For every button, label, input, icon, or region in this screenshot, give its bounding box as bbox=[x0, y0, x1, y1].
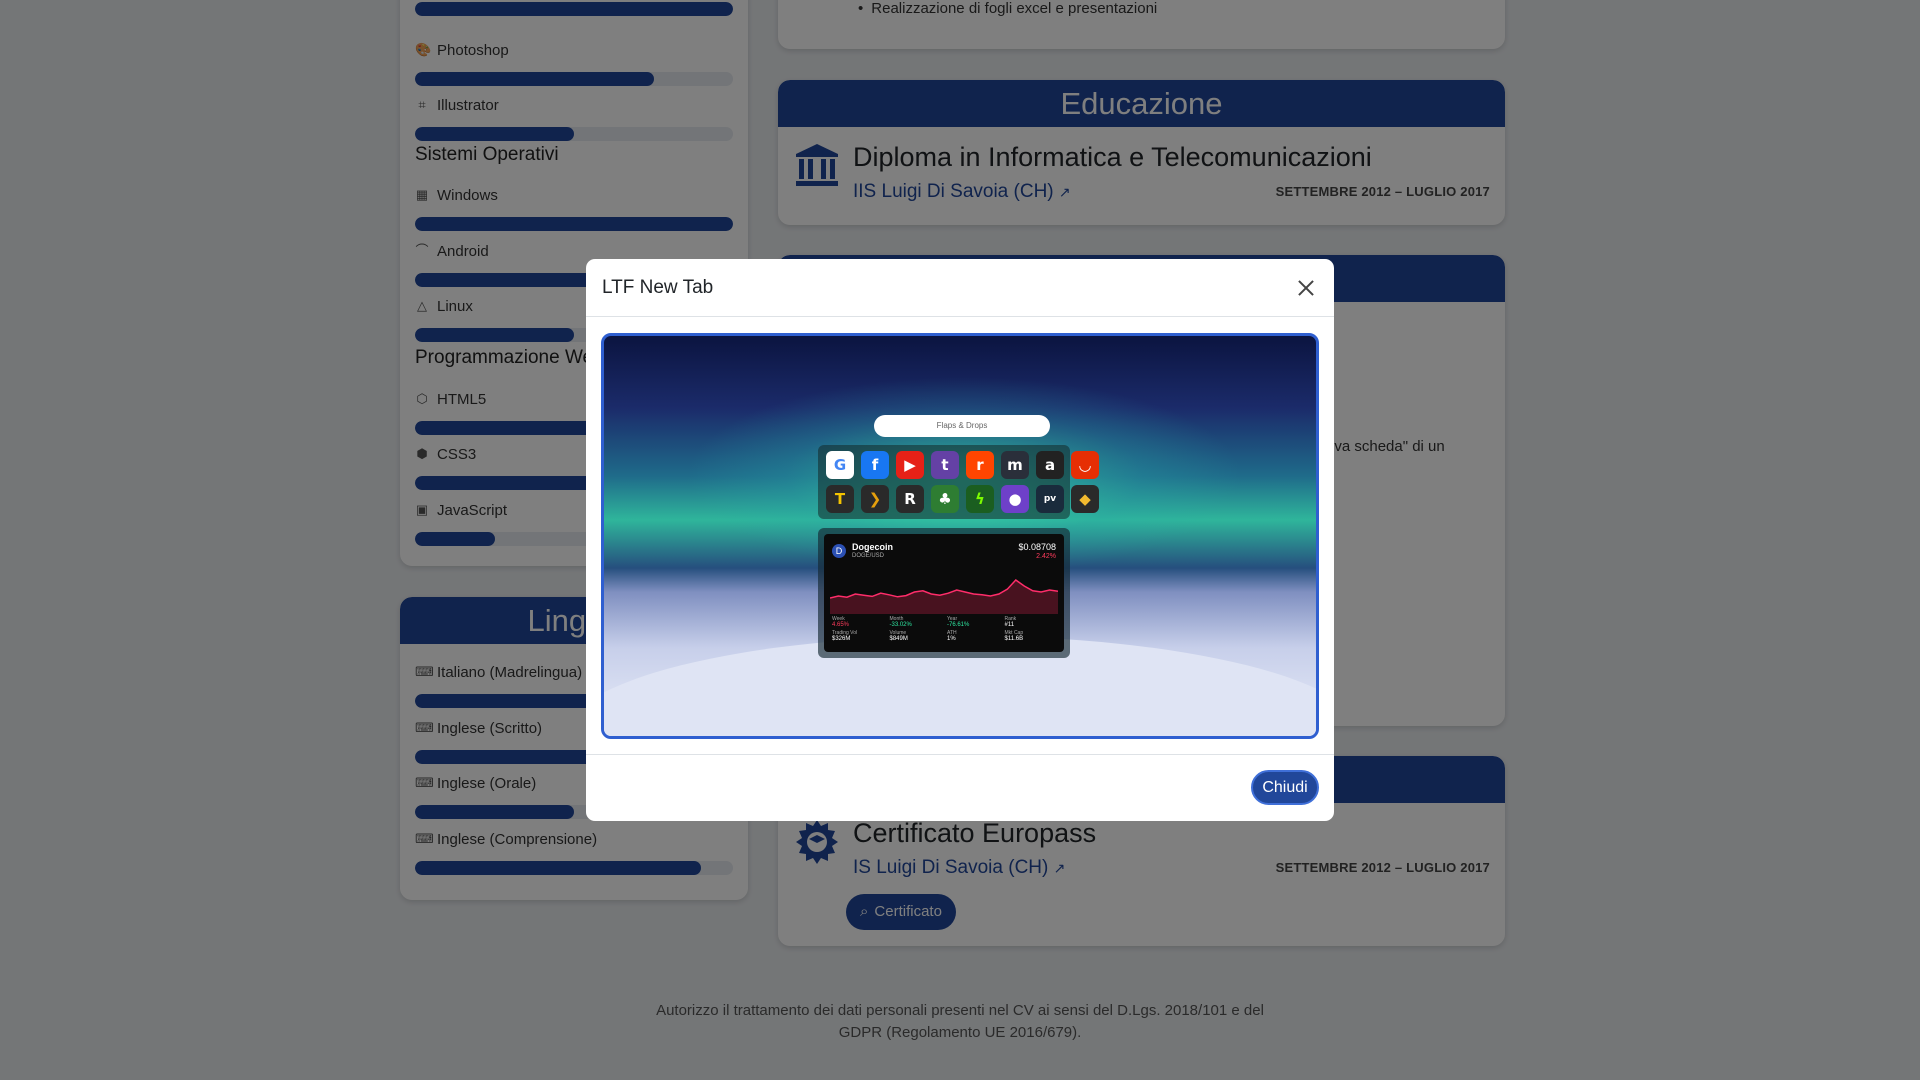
price-sparkline bbox=[830, 579, 1058, 614]
dogecoin-icon: D bbox=[832, 544, 846, 558]
reddit-icon: r bbox=[966, 451, 994, 479]
plex-icon: ❯ bbox=[861, 485, 889, 513]
prime-video-icon: pv bbox=[1036, 485, 1064, 513]
facebook-icon: f bbox=[861, 451, 889, 479]
google-icon: G bbox=[826, 451, 854, 479]
coin-stat-value: 4.65% bbox=[832, 622, 850, 628]
preview-search-bar: Flaps & Drops bbox=[874, 415, 1050, 437]
twitch-icon: t bbox=[931, 451, 959, 479]
preview-shortcuts-panel: Gf ▶ t r m a ◡ T ❯ R ♣ ϟ ● pv ◆ bbox=[818, 445, 1099, 519]
mastodon-icon: m bbox=[1001, 451, 1029, 479]
modal-header: LTF New Tab bbox=[586, 259, 1334, 317]
coin-stat-value: -33.02% bbox=[889, 622, 912, 628]
coin-stat: ATH 1% bbox=[947, 630, 999, 642]
coin-stats: Week 4.65% Month -33.02% Year -76.61% Rank #11 T… bbox=[832, 616, 1056, 642]
coin-stat: Rank #11 bbox=[1005, 616, 1057, 628]
aliexpress-icon: ◡ bbox=[1071, 451, 1099, 479]
coin-stat-value: $11.6B bbox=[1004, 636, 1024, 642]
coin-change: 2.42% bbox=[1036, 553, 1056, 560]
coin-stat-value: #11 bbox=[1004, 622, 1015, 628]
amazon-icon: a bbox=[1036, 451, 1064, 479]
crypto-widget: D Dogecoin DOGE/USD $0.08708 2.42% Week 4… bbox=[818, 528, 1070, 658]
modal-title: LTF New Tab bbox=[602, 276, 714, 298]
coin-stat: Trading Vol $326M bbox=[832, 630, 884, 642]
coin-stat: Week 4.65% bbox=[832, 616, 884, 628]
coin-stat: Mkt Cap $11.6B bbox=[1005, 630, 1057, 642]
r-app-icon: R bbox=[896, 485, 924, 513]
coin-stat-value: -76.61% bbox=[947, 622, 970, 628]
coin-name: Dogecoin bbox=[852, 542, 894, 552]
coin-stat: Year -76.61% bbox=[947, 616, 999, 628]
game-icon: ♣ bbox=[931, 485, 959, 513]
coin-stat: Volume $849M bbox=[890, 630, 942, 642]
coin-stat-value: $849M bbox=[889, 636, 908, 642]
modal-footer: Chiudi bbox=[586, 754, 1334, 821]
close-icon[interactable] bbox=[1294, 276, 1318, 300]
lightning-icon: ϟ bbox=[966, 485, 994, 513]
preview-image: Flaps & Drops Gf ▶ t r m a ◡ T ❯ R ♣ ϟ ● pv ◆ D Dogeco… bbox=[601, 333, 1319, 739]
github-icon: ● bbox=[1001, 485, 1029, 513]
coin-stat-value: 1% bbox=[947, 636, 956, 642]
binance-icon: ◆ bbox=[1071, 485, 1099, 513]
youtube-icon: ▶ bbox=[896, 451, 924, 479]
preview-modal: LTF New Tab Flaps & Drops Gf ▶ t r m a ◡ T ❯ R ♣ ϟ ●… bbox=[586, 259, 1334, 821]
coin-price: $0.08708 bbox=[1018, 542, 1056, 552]
coin-stat: Month -33.02% bbox=[890, 616, 942, 628]
coin-stat-value: $326M bbox=[832, 636, 851, 642]
t-app-icon: T bbox=[826, 485, 854, 513]
close-button[interactable]: Chiudi bbox=[1251, 770, 1319, 805]
coin-pair: DOGE/USD bbox=[852, 553, 885, 559]
